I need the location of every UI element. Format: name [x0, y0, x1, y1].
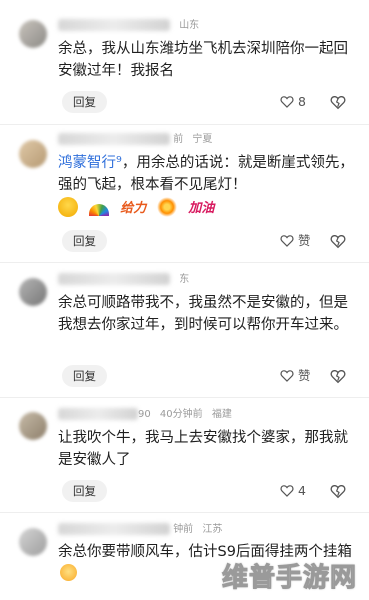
heart-outline-icon	[280, 485, 294, 497]
comment-location: 东	[179, 274, 190, 285]
rainbow-emoji-icon	[89, 203, 110, 216]
cheer-sticker: 给力	[120, 201, 147, 216]
comment-time: 钟前	[173, 524, 194, 535]
reply-button[interactable]: 回复	[62, 365, 107, 387]
divider	[0, 512, 369, 513]
cheer-sticker: 加油	[188, 201, 215, 216]
emoji-row: 给力 加油	[58, 196, 220, 220]
like-button[interactable]: 赞	[280, 230, 311, 252]
comment-text: 余总可顺路带我不，我虽然不是安徽的，但是我想去你家过年，到时候可以帮你开车过来。	[58, 295, 348, 333]
comment-meta: 东	[58, 272, 189, 288]
comment-meta: 90 40分钟前 福建	[58, 407, 232, 423]
mention-link[interactable]: 鸿蒙智行⁹	[58, 155, 122, 171]
avatar[interactable]	[19, 278, 47, 306]
heart-outline-icon	[280, 235, 294, 247]
comment-location: 福建	[211, 409, 232, 420]
reply-button[interactable]: 回复	[62, 480, 107, 502]
heart-outline-icon	[280, 96, 294, 108]
username-blurred[interactable]	[58, 408, 138, 420]
username-suffix: 90	[138, 409, 151, 420]
username-blurred[interactable]	[58, 19, 170, 31]
comment-time: 前	[173, 134, 184, 145]
like-button[interactable]: 8	[280, 91, 306, 113]
comment-location: 宁夏	[192, 134, 213, 145]
username-blurred[interactable]	[58, 523, 170, 535]
comment-meta: 山东	[58, 18, 199, 34]
like-count: 8	[298, 94, 306, 109]
comment-text: 让我吹个牛，我马上去安徽找个婆家，那我就是安徽人了	[58, 430, 348, 468]
username-blurred[interactable]	[58, 273, 170, 285]
like-label: 赞	[298, 368, 311, 383]
avatar[interactable]	[19, 528, 47, 556]
heart-outline-icon	[280, 370, 294, 382]
avatar[interactable]	[19, 20, 47, 48]
reply-button[interactable]: 回复	[62, 230, 107, 252]
like-button[interactable]: 4	[280, 480, 306, 502]
reply-button[interactable]: 回复	[62, 91, 107, 113]
comment-location: 山东	[179, 20, 200, 31]
comment-text: 余总，我从山东潍坊坐飞机去深圳陪你一起回安徽过年！我报名	[58, 41, 348, 79]
comment-location: 江苏	[202, 524, 223, 535]
broken-heart-icon[interactable]	[330, 94, 346, 110]
broken-heart-icon[interactable]	[330, 233, 346, 249]
broken-heart-icon[interactable]	[330, 483, 346, 499]
laughing-emoji-icon	[58, 196, 78, 217]
username-blurred[interactable]	[58, 133, 170, 145]
sleepy-emoji-icon	[60, 564, 77, 581]
firework-emoji-icon	[157, 196, 178, 217]
avatar[interactable]	[19, 140, 47, 168]
like-button[interactable]: 赞	[280, 365, 311, 387]
comment-meta: 钟前 江苏	[58, 522, 222, 538]
avatar[interactable]	[19, 412, 47, 440]
like-label: 赞	[298, 233, 311, 248]
broken-heart-icon[interactable]	[330, 368, 346, 384]
comment-meta: 前 宁夏	[58, 132, 212, 148]
comment-text: 鸿蒙智行⁹，用余总的话说：就是断崖式领先，强的飞起，根本看不见尾灯！	[58, 155, 354, 193]
divider	[0, 262, 369, 263]
site-watermark: 维普手游网	[221, 563, 357, 594]
divider	[0, 397, 369, 398]
like-count: 4	[298, 483, 306, 498]
divider	[0, 124, 369, 125]
comment-time: 40分钟前	[159, 409, 203, 420]
